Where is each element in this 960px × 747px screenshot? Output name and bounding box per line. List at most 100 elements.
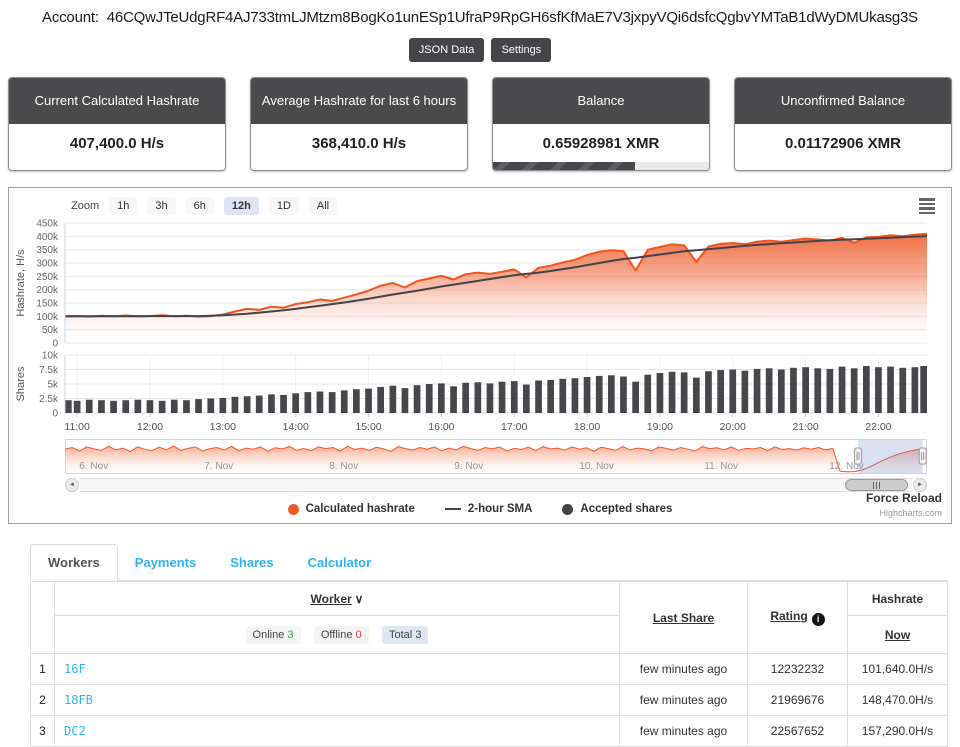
chart-context-menu-icon[interactable] xyxy=(919,198,935,214)
account-header: Account: 46CQwJTeUdgRF4AJ733tmLJMtzm8Bog… xyxy=(0,0,960,26)
svg-text:5k: 5k xyxy=(47,380,59,391)
legend-item-2-hour-sma[interactable]: 2-hour SMA xyxy=(445,503,533,515)
svg-text:20:00: 20:00 xyxy=(720,421,746,433)
svg-text:200k: 200k xyxy=(36,285,59,296)
svg-text:13:00: 13:00 xyxy=(210,421,236,433)
settings-button[interactable]: Settings xyxy=(491,38,551,62)
svg-text:16:00: 16:00 xyxy=(428,421,454,433)
card-value: 0.01172906 XMR xyxy=(735,124,951,164)
chart-legend: Calculated hashrate 2-hour SMA Accepted … xyxy=(9,492,951,523)
hashrate-column-header: Hashrate xyxy=(848,582,948,616)
last-share-cell: few minutes ago xyxy=(620,716,748,747)
chart-footer-links: Force Reload Highcharts.com xyxy=(866,491,942,518)
tab-calculator[interactable]: Calculator xyxy=(291,545,389,580)
tab-payments[interactable]: Payments xyxy=(118,545,213,580)
zoom-button-1h[interactable]: 1h xyxy=(109,197,137,215)
chart-navigator[interactable]: 6. Nov7. Nov8. Nov9. Nov10. Nov11. Nov12… xyxy=(65,439,927,477)
legend-item-accepted-shares[interactable]: Accepted shares xyxy=(562,503,672,515)
card-value: 407,400.0 H/s xyxy=(9,124,225,164)
last-share-cell: few minutes ago xyxy=(620,654,748,685)
balance-progress-fill xyxy=(493,162,635,170)
chart-scrollbar: ◄ ► xyxy=(65,478,927,492)
hashrate-now-header[interactable]: Now xyxy=(848,616,948,654)
legend-label: 2-hour SMA xyxy=(468,503,533,515)
total-count: 3 xyxy=(415,629,421,641)
card-average-hashrate: Average Hashrate for last 6 hours 368,41… xyxy=(250,77,468,171)
svg-text:350k: 350k xyxy=(36,245,59,256)
hashrate-now-cell: 148,470.0H/s xyxy=(848,685,948,716)
rating-info-icon[interactable]: i xyxy=(812,613,825,626)
svg-text:19:00: 19:00 xyxy=(647,421,673,433)
svg-text:0: 0 xyxy=(52,409,58,420)
tab-shares[interactable]: Shares xyxy=(213,545,290,580)
svg-text:17:00: 17:00 xyxy=(501,421,527,433)
worker-link[interactable]: 18FB xyxy=(64,693,93,707)
sort-desc-icon: ∨ xyxy=(355,592,364,606)
scrollbar-thumb[interactable] xyxy=(845,479,907,491)
offline-count: 0 xyxy=(356,629,362,641)
svg-text:14:00: 14:00 xyxy=(283,421,309,433)
zoom-button-12h[interactable]: 12h xyxy=(224,197,259,215)
top-button-bar: JSON Data Settings xyxy=(0,38,960,62)
now-label: Now xyxy=(885,628,910,642)
svg-text:250k: 250k xyxy=(36,272,59,283)
svg-text:18:00: 18:00 xyxy=(574,421,600,433)
card-current-hashrate: Current Calculated Hashrate 407,400.0 H/… xyxy=(8,77,226,171)
rating-column-header[interactable]: Ratingi xyxy=(748,582,848,654)
tab-workers[interactable]: Workers xyxy=(30,544,118,581)
card-unconfirmed-balance: Unconfirmed Balance 0.01172906 XMR xyxy=(734,77,952,171)
online-count: 3 xyxy=(287,629,293,641)
svg-text:6. Nov: 6. Nov xyxy=(79,461,108,472)
rating-cell: 22567652 xyxy=(748,716,848,747)
worker-column-header[interactable]: Worker∨ xyxy=(55,582,620,616)
svg-text:Shares: Shares xyxy=(15,366,27,401)
legend-item-calculated-hashrate[interactable]: Calculated hashrate xyxy=(288,503,415,515)
worker-link[interactable]: 16F xyxy=(64,662,86,676)
svg-text:11:00: 11:00 xyxy=(64,421,90,433)
row-number-header xyxy=(31,582,55,654)
workers-table: Worker∨ Last Share Ratingi Hashrate Onli… xyxy=(30,581,948,747)
force-reload-link[interactable]: Force Reload xyxy=(866,491,942,505)
hashrate-label: Hashrate xyxy=(872,592,923,606)
card-balance: Balance 0.65928981 XMR xyxy=(492,77,710,171)
table-row: 116Ffew minutes ago12232232101,640.0H/s xyxy=(31,654,948,685)
svg-text:400k: 400k xyxy=(36,232,59,243)
hashrate-chart-panel: Zoom 1h 3h 6h 12h 1D All 450k400k350k300… xyxy=(8,187,952,524)
worker-name-cell: DC2 xyxy=(55,716,620,747)
chart-toolbar: Zoom 1h 3h 6h 12h 1D All xyxy=(9,188,951,217)
svg-text:11. Nov: 11. Nov xyxy=(704,461,738,472)
account-address: 46CQwJTeUdgRF4AJ733tmLJMtzm8BogKo1unESp1… xyxy=(107,9,918,26)
json-data-button[interactable]: JSON Data xyxy=(409,38,485,62)
rating-label: Rating xyxy=(770,609,807,623)
svg-text:150k: 150k xyxy=(36,299,59,310)
worker-sort-label[interactable]: Worker xyxy=(311,592,352,606)
card-title: Balance xyxy=(493,78,709,124)
tabs-bar: Workers Payments Shares Calculator xyxy=(30,544,948,581)
worker-name-cell: 16F xyxy=(55,654,620,685)
svg-text:Hashrate, H/s: Hashrate, H/s xyxy=(15,249,27,317)
account-label: Account: xyxy=(42,9,99,26)
svg-text:15:00: 15:00 xyxy=(355,421,381,433)
scrollbar-track[interactable] xyxy=(80,478,912,492)
worker-link[interactable]: DC2 xyxy=(64,724,86,738)
stat-cards: Current Calculated Hashrate 407,400.0 H/… xyxy=(8,77,952,171)
scrollbar-left-arrow-icon[interactable]: ◄ xyxy=(65,478,79,492)
last-share-column-header[interactable]: Last Share xyxy=(620,582,748,654)
worker-row-number: 1 xyxy=(31,654,55,685)
hashrate-shares-chart: 450k400k350k300k250k200k150k100k50k010k7… xyxy=(9,217,951,439)
zoom-button-3h[interactable]: 3h xyxy=(147,197,175,215)
worker-row-number: 2 xyxy=(31,685,55,716)
highcharts-credit-link[interactable]: Highcharts.com xyxy=(866,508,942,518)
scrollbar-right-arrow-icon[interactable]: ► xyxy=(913,478,927,492)
zoom-button-all[interactable]: All xyxy=(309,197,337,215)
svg-text:12:00: 12:00 xyxy=(137,421,163,433)
svg-text:10. Nov: 10. Nov xyxy=(579,461,613,472)
online-badge: Online 3 xyxy=(246,626,301,644)
last-share-cell: few minutes ago xyxy=(620,685,748,716)
zoom-button-6h[interactable]: 6h xyxy=(186,197,214,215)
svg-text:0: 0 xyxy=(52,339,58,350)
zoom-button-1d[interactable]: 1D xyxy=(269,197,299,215)
zoom-label: Zoom xyxy=(71,200,99,212)
hashrate-now-cell: 157,290.0H/s xyxy=(848,716,948,747)
worker-name-cell: 18FB xyxy=(55,685,620,716)
